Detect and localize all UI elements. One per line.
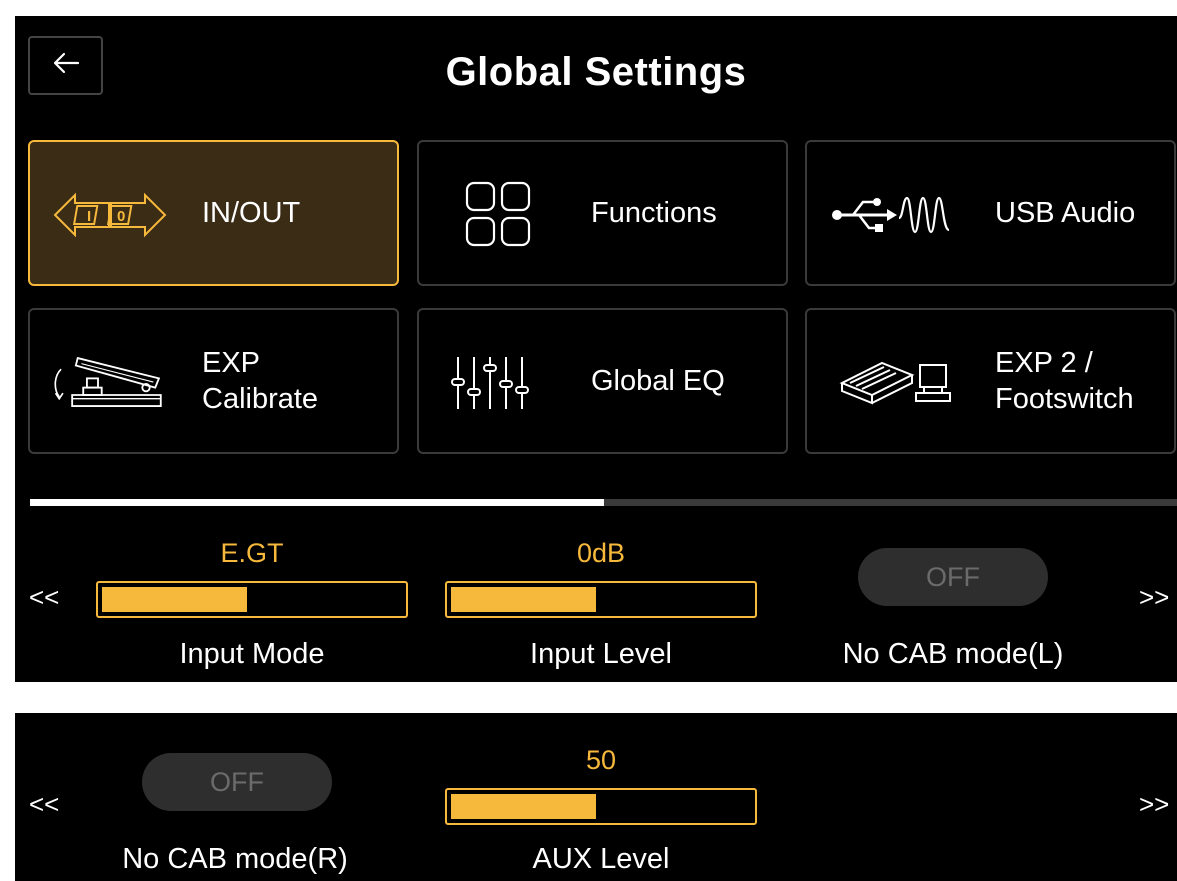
tile-exp2-footswitch[interactable]: EXP 2 / Footswitch	[805, 308, 1176, 454]
grid-icon	[439, 175, 559, 255]
input-level-label: Input Level	[530, 638, 672, 670]
equalizer-icon	[439, 343, 559, 423]
tile-label: Functions	[591, 197, 717, 229]
tile-label: Global EQ	[591, 365, 725, 397]
input-level-value: 0dB	[576, 538, 626, 568]
svg-text:0: 0	[117, 208, 125, 225]
no-cab-r-label: No CAB mode(R)	[122, 843, 348, 875]
aux-level-slider-fill	[451, 794, 596, 819]
tile-usb-audio[interactable]: USB Audio	[805, 140, 1176, 286]
tile-in-out[interactable]: I 0 IN/OUT	[28, 140, 399, 286]
input-mode-label: Input Mode	[179, 638, 325, 670]
svg-text:I: I	[87, 208, 91, 225]
usb-audio-icon	[827, 175, 967, 255]
footswitch-icon	[827, 343, 967, 423]
no-cab-l-label: No CAB mode(L)	[842, 638, 1064, 670]
page-title: Global Settings	[445, 50, 747, 94]
global-settings-panel: Global Settings I 0 IN/OUT Functions USB…	[15, 16, 1177, 682]
no-cab-l-toggle[interactable]: OFF	[858, 548, 1048, 606]
prev-page-button[interactable]: <<	[29, 789, 59, 820]
tile-label: EXP Calibrate	[202, 310, 318, 452]
input-mode-slider[interactable]	[96, 581, 408, 618]
next-page-button[interactable]: >>	[1139, 582, 1169, 613]
page-indicator-fill	[30, 499, 604, 506]
expression-pedal-icon	[50, 343, 170, 423]
aux-level-slider[interactable]	[445, 788, 757, 825]
no-cab-r-toggle[interactable]: OFF	[142, 753, 332, 811]
aux-level-label: AUX Level	[532, 843, 670, 875]
next-page-button[interactable]: >>	[1139, 789, 1169, 820]
global-settings-panel-page2: << >> OFF No CAB mode(R) 50 AUX Level	[15, 713, 1177, 881]
page-indicator	[30, 499, 1177, 506]
tile-label-text: EXP 2 / Footswitch	[995, 347, 1134, 415]
prev-page-button[interactable]: <<	[29, 582, 59, 613]
aux-level-value: 50	[585, 745, 617, 775]
tile-label: IN/OUT	[202, 197, 301, 229]
tile-global-eq[interactable]: Global EQ	[417, 308, 788, 454]
tile-exp-calibrate[interactable]: EXP Calibrate	[28, 308, 399, 454]
input-level-slider[interactable]	[445, 581, 757, 618]
tile-label: USB Audio	[995, 197, 1136, 229]
input-mode-slider-fill	[102, 587, 247, 612]
in-out-icon: I 0	[50, 175, 170, 255]
input-mode-value: E.GT	[220, 538, 284, 568]
tile-label-text: EXP Calibrate	[202, 347, 319, 415]
tile-functions[interactable]: Functions	[417, 140, 788, 286]
tile-label: EXP 2 / Footswitch	[995, 310, 1134, 452]
input-level-slider-fill	[451, 587, 596, 612]
